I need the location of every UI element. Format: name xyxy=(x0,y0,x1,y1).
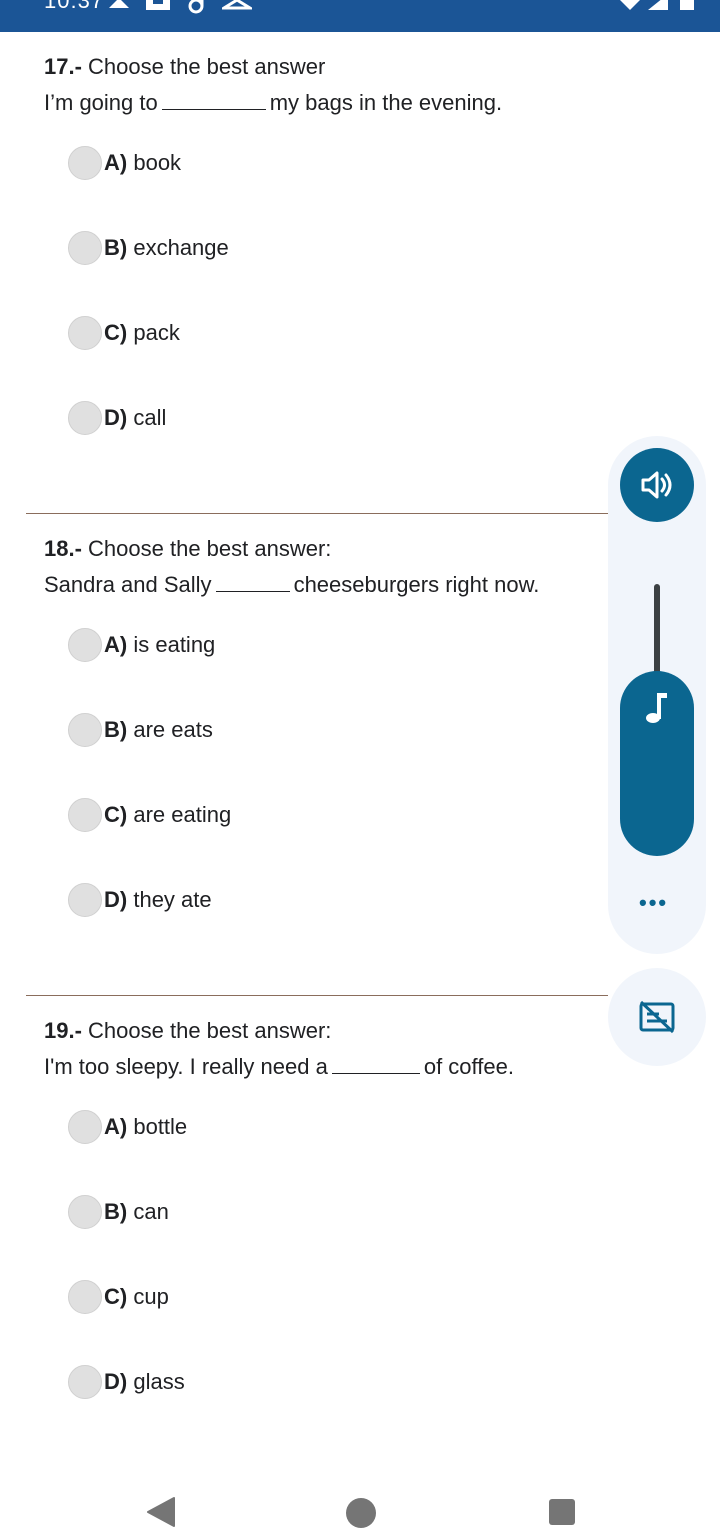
option-d[interactable]: D) call xyxy=(68,401,166,435)
option-letter: B) xyxy=(104,717,128,742)
radio-button[interactable] xyxy=(68,628,102,662)
signal-icon xyxy=(648,0,668,10)
option-d[interactable]: D) they ate xyxy=(68,883,212,917)
option-b[interactable]: B) can xyxy=(68,1195,169,1229)
captions-button[interactable] xyxy=(608,968,706,1066)
answer-blank xyxy=(161,90,266,110)
answer-blank xyxy=(331,1054,420,1074)
question-text-after: cheeseburgers right now. xyxy=(293,572,540,597)
radio-button[interactable] xyxy=(68,146,102,180)
music-app-icon xyxy=(188,0,204,14)
option-text: exchange xyxy=(133,235,229,260)
sim-icon xyxy=(146,0,170,10)
option-letter: D) xyxy=(104,405,128,430)
option-c[interactable]: C) pack xyxy=(68,316,180,350)
option-letter: A) xyxy=(104,150,128,175)
question-text-after: my bags in the evening. xyxy=(269,90,503,115)
radio-button[interactable] xyxy=(68,1365,102,1399)
question-title: 17.- Choose the best answer xyxy=(44,54,325,80)
radio-button[interactable] xyxy=(68,883,102,917)
question-title: 19.- Choose the best answer: xyxy=(44,1018,331,1044)
status-time: 10:37 xyxy=(44,0,105,13)
option-text: are eating xyxy=(133,802,232,827)
speaker-icon xyxy=(641,471,672,499)
option-text: they ate xyxy=(133,887,212,912)
option-text: is eating xyxy=(133,632,216,657)
radio-button[interactable] xyxy=(68,1110,102,1144)
option-a[interactable]: A) bottle xyxy=(68,1110,187,1144)
option-letter: C) xyxy=(104,802,128,827)
question-text-before: Sandra and Sally xyxy=(44,572,212,597)
option-letter: C) xyxy=(104,320,128,345)
status-bar: 10:37 xyxy=(0,0,720,32)
option-b[interactable]: B) are eats xyxy=(68,713,213,747)
option-text: are eats xyxy=(133,717,213,742)
question-text: I'm too sleepy. I really need a of coffee… xyxy=(44,1054,514,1080)
option-c[interactable]: C) are eating xyxy=(68,798,231,832)
wifi-icon xyxy=(620,0,640,10)
music-note-icon xyxy=(646,693,667,723)
radio-button[interactable] xyxy=(68,1195,102,1229)
option-letter: A) xyxy=(104,1114,128,1139)
option-letter: C) xyxy=(104,1284,128,1309)
more-options-button[interactable]: ••• xyxy=(639,892,668,914)
question-text-before: I'm too sleepy. I really need a xyxy=(44,1054,328,1079)
option-text: call xyxy=(133,405,167,430)
option-text: glass xyxy=(133,1369,185,1394)
option-text: cup xyxy=(133,1284,169,1309)
battery-icon xyxy=(680,0,694,10)
radio-button[interactable] xyxy=(68,1280,102,1314)
radio-button[interactable] xyxy=(68,231,102,265)
question-title: 18.- Choose the best answer: xyxy=(44,536,331,562)
question-text: Sandra and Sally cheeseburgers right now. xyxy=(44,572,539,598)
question-text-after: of coffee. xyxy=(423,1054,514,1079)
notification-bell-icon xyxy=(109,0,129,8)
option-a[interactable]: A) is eating xyxy=(68,628,215,662)
option-text: book xyxy=(133,150,182,175)
media-volume-slider[interactable] xyxy=(620,671,694,856)
radio-button[interactable] xyxy=(68,713,102,747)
hanger-icon xyxy=(222,0,252,10)
radio-button[interactable] xyxy=(68,798,102,832)
radio-button[interactable] xyxy=(68,401,102,435)
mute-button[interactable] xyxy=(620,448,694,522)
home-icon[interactable] xyxy=(346,1498,376,1528)
answer-blank xyxy=(215,572,290,592)
question-text: I’m going to my bags in the evening. xyxy=(44,90,502,116)
back-icon[interactable] xyxy=(146,1496,176,1528)
option-b[interactable]: B) exchange xyxy=(68,231,229,265)
question-divider xyxy=(26,995,608,996)
captions-off-icon xyxy=(639,1000,675,1034)
option-text: bottle xyxy=(133,1114,188,1139)
question-heading: Choose the best answer: xyxy=(81,1018,332,1043)
question-number: 18.- xyxy=(44,536,82,561)
question-text-before: I’m going to xyxy=(44,90,158,115)
option-letter: D) xyxy=(104,1369,128,1394)
radio-button[interactable] xyxy=(68,316,102,350)
option-letter: D) xyxy=(104,887,128,912)
option-letter: B) xyxy=(104,235,128,260)
question-heading: Choose the best answer xyxy=(81,54,326,79)
option-letter: A) xyxy=(104,632,128,657)
option-letter: B) xyxy=(104,1199,128,1224)
option-a[interactable]: A) book xyxy=(68,146,181,180)
question-divider xyxy=(26,513,608,514)
option-text: can xyxy=(133,1199,169,1224)
question-number: 19.- xyxy=(44,1018,82,1043)
question-heading: Choose the best answer: xyxy=(81,536,332,561)
volume-panel: ••• xyxy=(608,436,706,954)
option-d[interactable]: D) glass xyxy=(68,1365,185,1399)
question-number: 17.- xyxy=(44,54,82,79)
option-c[interactable]: C) cup xyxy=(68,1280,169,1314)
option-text: pack xyxy=(133,320,180,345)
recents-icon[interactable] xyxy=(549,1499,575,1525)
